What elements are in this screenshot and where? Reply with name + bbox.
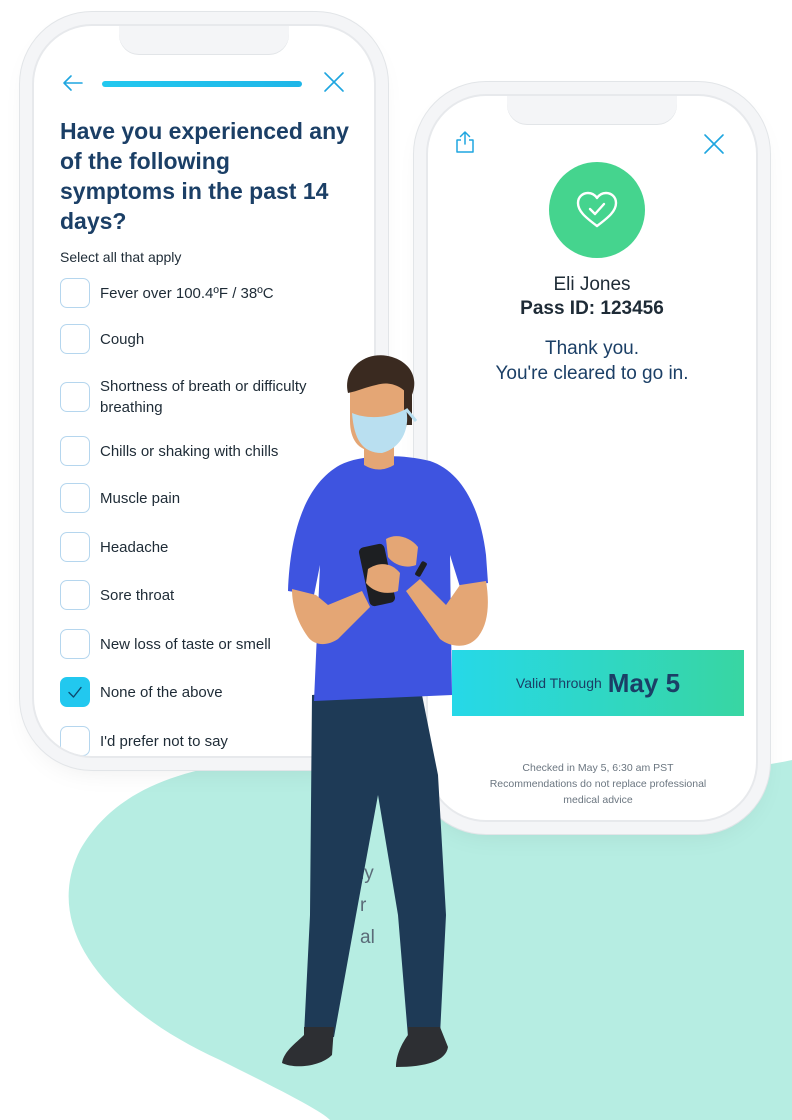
option-label: Chills or shaking with chills xyxy=(100,442,279,460)
pass-id: Pass ID: 123456 xyxy=(520,298,664,319)
checkbox[interactable] xyxy=(60,436,90,466)
option-label: None of the above xyxy=(100,683,223,701)
close-icon[interactable] xyxy=(702,132,726,156)
option-label: Fever over 100.4ºF / 38ºC xyxy=(100,284,274,302)
checkbox[interactable] xyxy=(60,324,90,354)
option-label: Muscle pain xyxy=(100,489,181,507)
close-icon[interactable] xyxy=(322,70,346,94)
option-label: Cough xyxy=(100,330,145,348)
phone-notch xyxy=(507,96,677,124)
symptom-option[interactable]: Fever over 100.4ºF / 38ºC xyxy=(60,278,360,308)
survey-question: Have you experienced any of the followin… xyxy=(60,118,349,234)
phone-notch xyxy=(119,26,289,54)
checkbox[interactable] xyxy=(60,382,90,412)
cleared-badge xyxy=(549,162,645,258)
pass-holder-name: Eli Jones xyxy=(553,274,631,295)
checkbox-checked[interactable] xyxy=(60,677,90,707)
valid-through-date: May 5 xyxy=(607,667,681,698)
option-label: Sore throat xyxy=(100,586,175,604)
valid-through-label: Valid Through xyxy=(515,675,602,691)
checkbox[interactable] xyxy=(60,278,90,308)
checkbox[interactable] xyxy=(60,629,90,659)
symptom-option[interactable]: Cough xyxy=(60,324,360,354)
checkmark-icon xyxy=(68,686,82,698)
share-icon[interactable] xyxy=(454,130,476,154)
option-label: Headache xyxy=(100,538,169,556)
arrow-left-icon[interactable] xyxy=(60,70,86,96)
heart-check-icon xyxy=(576,191,618,228)
checkbox[interactable] xyxy=(60,532,90,562)
option-label: New loss of taste or smell xyxy=(100,635,271,653)
checkbox[interactable] xyxy=(60,483,90,513)
checkbox[interactable] xyxy=(60,726,90,756)
option-label: I'd prefer not to say xyxy=(100,732,228,750)
survey-progress-bar xyxy=(102,81,302,87)
survey-hint: Select all that apply xyxy=(60,249,182,265)
checkbox[interactable] xyxy=(60,580,90,610)
person-illustration xyxy=(282,355,488,1067)
